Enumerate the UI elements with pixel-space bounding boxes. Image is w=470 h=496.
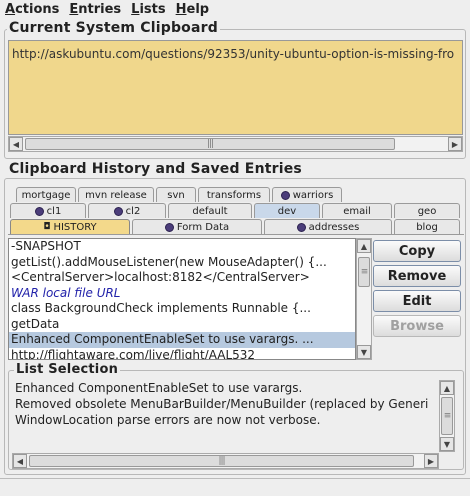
menu-entries[interactable]: Entries: [64, 2, 126, 17]
form-data-icon: [164, 222, 174, 232]
list-item[interactable]: WAR local file URL: [9, 286, 355, 302]
clipboard-panel-title: Current System Clipboard: [7, 20, 220, 36]
cl2-icon: [113, 206, 123, 216]
list-selection-title: List Selection: [14, 362, 121, 377]
tab-blog[interactable]: blog: [394, 219, 460, 234]
tab-geo[interactable]: geo: [394, 203, 460, 218]
history-vertical-scrollbar[interactable]: ▲ ≡ ▼: [356, 238, 372, 360]
tab-addresses[interactable]: addresses: [264, 219, 392, 234]
tab-transforms[interactable]: transforms: [198, 187, 270, 202]
menu-lists[interactable]: Lists: [126, 2, 170, 17]
warriors-icon: [280, 190, 290, 200]
selection-line: Enhanced ComponentEnableSet to use varar…: [15, 381, 303, 395]
clipboard-text-area[interactable]: http://askubuntu.com/questions/92353/uni…: [8, 40, 463, 135]
scrollbar-thumb[interactable]: |||: [25, 138, 395, 150]
scroll-down-icon[interactable]: ▼: [440, 437, 454, 451]
tab-mortgage[interactable]: mortgage: [16, 187, 76, 202]
remove-button[interactable]: Remove: [373, 265, 461, 287]
selection-vertical-scrollbar[interactable]: ▲ ≡ ▼: [439, 380, 455, 452]
tab-svn[interactable]: svn: [156, 187, 196, 202]
selection-line: Removed obsolete MenuBarBuilder/MenuBuil…: [15, 397, 429, 411]
tab-dev[interactable]: dev: [254, 203, 320, 218]
cl1-icon: [34, 206, 44, 216]
history-list[interactable]: -SNAPSHOT getList().addMouseListener(new…: [8, 238, 356, 360]
copy-button[interactable]: Copy: [373, 240, 461, 262]
scroll-left-icon[interactable]: ◀: [9, 137, 23, 151]
tab-mvn-release[interactable]: mvn release: [78, 187, 154, 202]
clipboard-horizontal-scrollbar[interactable]: ◀ ||| ▶: [8, 136, 463, 152]
tab-cl2[interactable]: cl2: [88, 203, 166, 218]
list-item[interactable]: getData: [9, 317, 355, 333]
tab-default[interactable]: default: [168, 203, 252, 218]
clipboard-value: http://askubuntu.com/questions/92353/uni…: [12, 47, 455, 61]
list-item[interactable]: <CentralServer>localhost:8182</CentralSe…: [9, 270, 355, 286]
tab-divider: [8, 234, 464, 235]
scroll-right-icon[interactable]: ▶: [448, 137, 462, 151]
status-bar: [0, 478, 470, 496]
tab-warriors[interactable]: warriors: [272, 187, 342, 202]
tab-form-data[interactable]: Form Data: [132, 219, 262, 234]
list-item[interactable]: class BackgroundCheck implements Runnabl…: [9, 301, 355, 317]
scroll-down-icon[interactable]: ▼: [357, 345, 371, 359]
scrollbar-thumb[interactable]: ≡: [358, 257, 370, 287]
scrollbar-thumb[interactable]: |||: [29, 455, 414, 467]
edit-button[interactable]: Edit: [373, 290, 461, 312]
selection-horizontal-scrollbar[interactable]: ◀ ||| ▶: [12, 453, 439, 469]
scroll-up-icon[interactable]: ▲: [357, 239, 371, 253]
scrollbar-thumb[interactable]: ≡: [441, 397, 453, 435]
menu-help[interactable]: Help: [171, 2, 214, 17]
scroll-right-icon[interactable]: ▶: [424, 454, 438, 468]
list-selection-text[interactable]: Enhanced ComponentEnableSet to use varar…: [12, 380, 438, 452]
grip-icon: ≡: [443, 411, 451, 421]
tab-history[interactable]: ◘ HISTORY: [10, 219, 130, 234]
addresses-icon: [296, 222, 306, 232]
browse-button: Browse: [373, 315, 461, 337]
history-panel-title: Clipboard History and Saved Entries: [7, 161, 304, 177]
selection-line: WindowLocation parse errors are now not …: [15, 413, 321, 427]
scroll-left-icon[interactable]: ◀: [13, 454, 27, 468]
grip-icon: |||: [206, 139, 214, 149]
list-item[interactable]: http://flightaware.com/live/flight/AAL53…: [9, 348, 355, 360]
menu-actions[interactable]: Actions: [0, 2, 64, 17]
list-item-selected[interactable]: Enhanced ComponentEnableSet to use varar…: [9, 332, 355, 348]
tab-cl1[interactable]: cl1: [10, 203, 86, 218]
menu-bar: Actions Entries Lists Help: [0, 0, 470, 18]
list-item[interactable]: -SNAPSHOT: [9, 239, 355, 255]
grip-icon: |||: [218, 456, 225, 466]
history-icon: ◘: [43, 222, 51, 232]
scroll-up-icon[interactable]: ▲: [440, 381, 454, 395]
tab-email[interactable]: email: [322, 203, 392, 218]
list-item[interactable]: getList().addMouseListener(new MouseAdap…: [9, 255, 355, 271]
grip-icon: ≡: [360, 267, 368, 277]
